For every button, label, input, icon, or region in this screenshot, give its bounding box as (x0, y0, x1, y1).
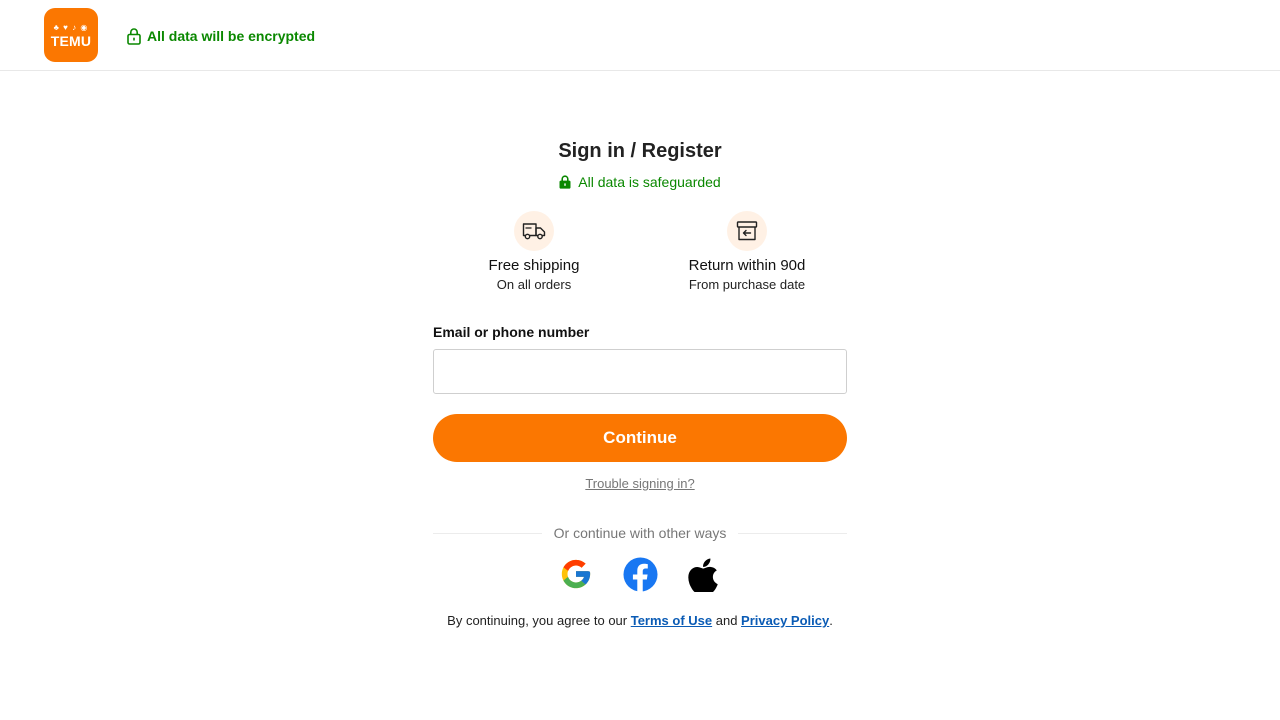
lock-filled-icon (559, 175, 571, 189)
benefit-icon-circle (514, 211, 554, 251)
google-login-button[interactable] (557, 555, 595, 593)
email-phone-input[interactable] (433, 349, 847, 394)
divider-line-left (433, 532, 542, 534)
benefit-free-shipping: Free shipping On all orders (434, 211, 634, 293)
legal-and: and (712, 613, 742, 628)
legal-notice: By continuing, you agree to our Terms of… (400, 613, 880, 629)
safeguard-notice: All data is safeguarded (440, 172, 840, 192)
email-field-label: Email or phone number (433, 324, 590, 340)
safeguard-text: All data is safeguarded (578, 174, 721, 190)
facebook-login-button[interactable] (621, 555, 659, 593)
divider-line-right (738, 532, 847, 534)
lock-icon (127, 28, 141, 45)
other-ways-divider: Or continue with other ways (433, 524, 847, 542)
terms-of-use-link[interactable]: Terms of Use (631, 613, 712, 628)
benefit-subtitle: On all orders (496, 277, 572, 292)
return-box-icon (736, 221, 758, 241)
other-ways-text: Or continue with other ways (553, 525, 727, 541)
legal-prefix: By continuing, you agree to our (447, 613, 631, 628)
temu-logo[interactable]: ♣ ♥ ♪ ◉ TEMU (44, 8, 98, 62)
benefit-icon-circle (727, 211, 767, 251)
apple-login-button[interactable] (684, 555, 722, 593)
privacy-policy-link[interactable]: Privacy Policy (741, 613, 829, 628)
trouble-signing-in-link[interactable]: Trouble signing in? (585, 476, 694, 491)
google-icon (561, 559, 591, 589)
page-title: Sign in / Register (558, 140, 722, 162)
top-header: ♣ ♥ ♪ ◉ TEMU All data will be encrypted (0, 0, 1280, 71)
trouble-signing-in: Trouble signing in? (440, 476, 840, 492)
legal-suffix: . (829, 613, 833, 628)
logo-wordmark: TEMU (50, 33, 92, 49)
benefit-returns: Return within 90d From purchase date (647, 211, 847, 293)
continue-button[interactable]: Continue (433, 414, 847, 462)
truck-icon (522, 223, 546, 240)
logo-mascot-glyphs: ♣ ♥ ♪ ◉ (53, 23, 89, 32)
benefit-title: Return within 90d (688, 257, 806, 274)
benefit-title: Free shipping (488, 257, 580, 274)
benefit-subtitle: From purchase date (688, 277, 806, 292)
facebook-icon (622, 556, 658, 592)
encryption-notice: All data will be encrypted (126, 26, 315, 46)
encryption-notice-text: All data will be encrypted (147, 28, 316, 44)
apple-icon (688, 558, 718, 592)
